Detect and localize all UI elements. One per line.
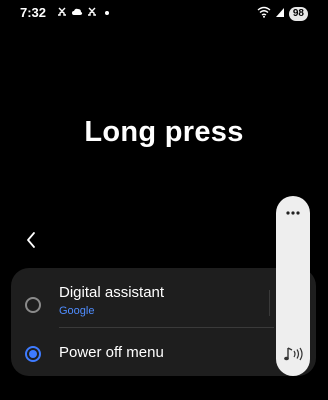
row-divider [59, 327, 274, 328]
wifi-icon [257, 5, 271, 23]
notification-icons [56, 5, 113, 19]
signal-icon [275, 5, 285, 23]
missed-call-icon [86, 5, 98, 19]
option-label: Digital assistant [59, 284, 165, 301]
cloud-icon [71, 5, 83, 19]
option-text: Power off menu [59, 344, 164, 362]
option-power-off-menu[interactable]: Power off menu [11, 334, 316, 374]
option-text: Digital assistant Google [59, 284, 164, 318]
dot-icon [101, 5, 113, 19]
floating-sound-panel [276, 196, 310, 376]
system-icons: 98 [257, 5, 308, 23]
page-title: Long press [84, 116, 244, 148]
option-sublabel: Google [59, 305, 95, 317]
music-note-sound-icon [282, 345, 304, 368]
battery-icon: 98 [288, 7, 308, 21]
radio-button-selected[interactable] [25, 346, 41, 362]
option-digital-assistant[interactable]: Digital assistant Google [11, 282, 316, 328]
vertical-divider [269, 290, 270, 316]
more-options-button[interactable] [276, 202, 310, 222]
sound-button[interactable] [276, 344, 310, 368]
missed-call-icon [56, 5, 68, 19]
back-button[interactable] [18, 229, 44, 255]
radio-button-unselected[interactable] [25, 297, 41, 313]
option-label: Power off menu [59, 344, 164, 361]
status-bar: 7:32 98 [0, 0, 328, 26]
status-time: 7:32 [20, 5, 47, 20]
options-card: Digital assistant Google Power off menu [11, 268, 316, 376]
more-dots-icon [285, 203, 301, 221]
chevron-left-icon [25, 231, 37, 254]
